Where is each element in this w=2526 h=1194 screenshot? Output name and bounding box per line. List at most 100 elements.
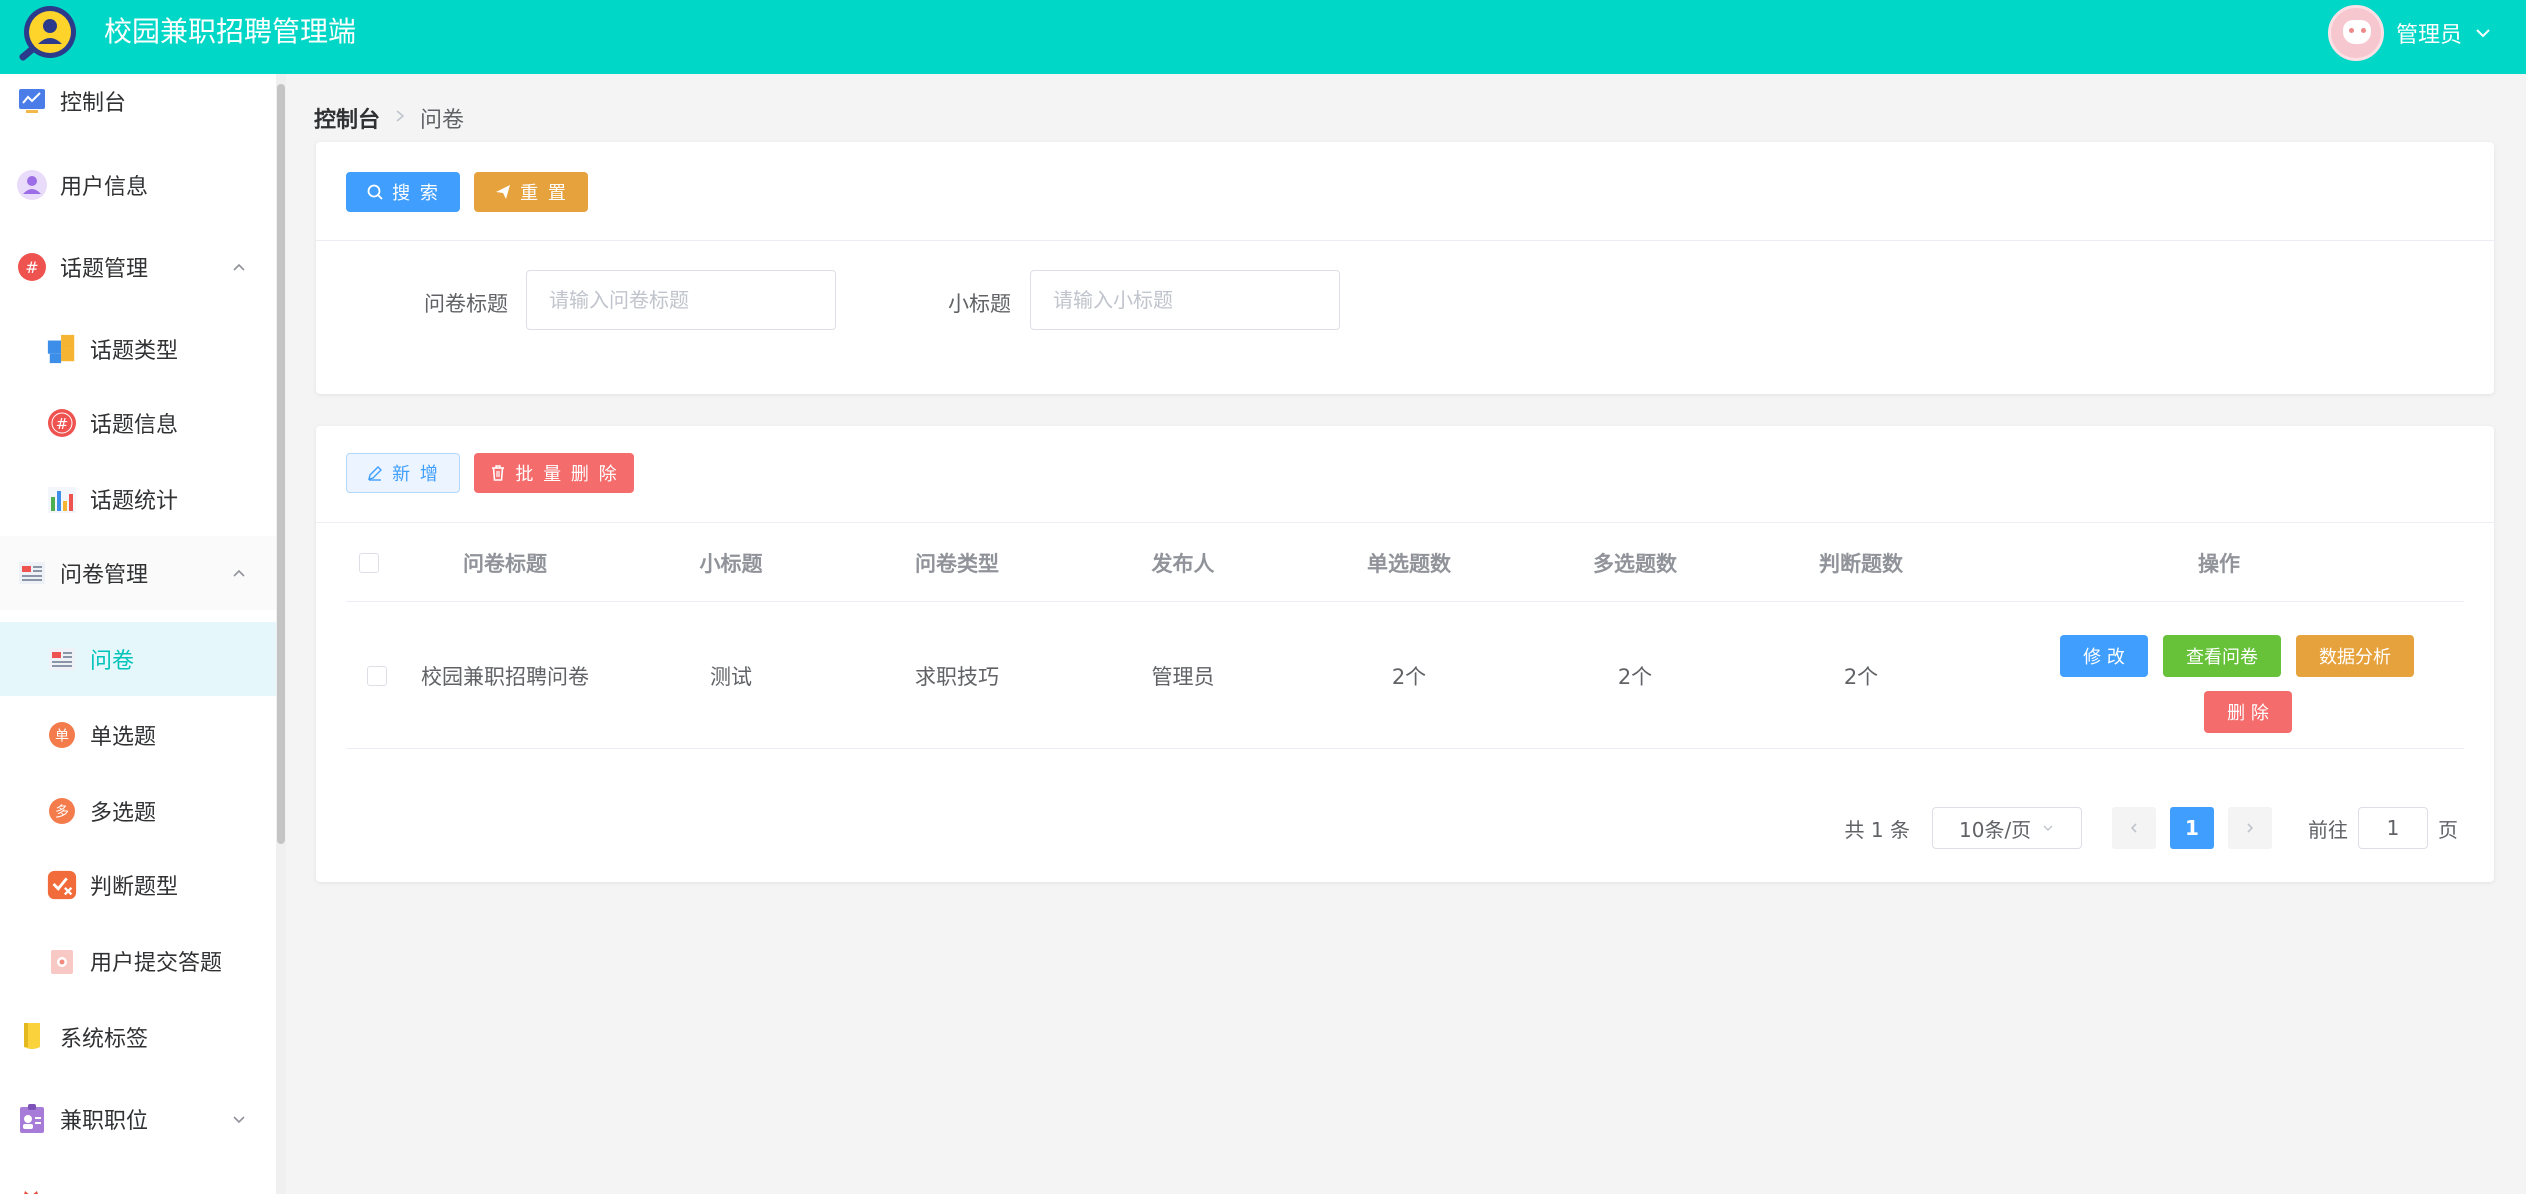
pagination-total: 共 1 条 [1844, 817, 1910, 842]
column-header: 判断题数 [1819, 551, 1903, 576]
sidebar-item-label: 话题类型 [90, 339, 179, 364]
breadcrumb-home[interactable]: 控制台 [314, 102, 380, 134]
crown-icon [22, 1184, 40, 1194]
edit-button[interactable]: 修 改 [2060, 635, 2148, 677]
dashboard-icon [16, 85, 48, 117]
sidebar-item-label: 话题信息 [90, 413, 179, 438]
svg-text:#: # [25, 258, 38, 277]
sidebar-item-topic-info[interactable]: # 话题信息 [0, 386, 276, 460]
divider [316, 522, 2494, 523]
send-icon [496, 185, 511, 199]
survey-icon [46, 643, 78, 675]
search-card: 搜 索 重 置 问卷标题 小标题 [316, 142, 2494, 394]
cell-subtitle: 测试 [710, 664, 752, 689]
sidebar-item-label: 多选题 [90, 801, 157, 826]
sidebar-scrollbar-thumb[interactable] [277, 84, 285, 844]
table-header: 问卷标题 小标题 问卷类型 发布人 单选题数 多选题数 判断题数 操作 [346, 524, 2464, 602]
reset-button[interactable]: 重 置 [474, 172, 588, 212]
column-header: 多选题数 [1593, 551, 1677, 576]
divider [316, 240, 2494, 241]
blocks-icon [46, 333, 78, 365]
sidebar-item-topic-types[interactable]: 话题类型 [0, 312, 276, 386]
add-button-label: 新 增 [392, 464, 440, 485]
reset-button-label: 重 置 [520, 183, 568, 204]
submission-icon [46, 945, 78, 977]
search-button-label: 搜 索 [392, 183, 440, 204]
goto-label: 前往 [2308, 817, 2348, 842]
sidebar-item-judge-type[interactable]: 判断题型 [0, 848, 276, 922]
cell-title: 校园兼职招聘问卷 [421, 664, 589, 689]
page-suffix: 页 [2438, 817, 2458, 842]
sidebar-item-dashboard[interactable]: 控制台 [0, 74, 276, 128]
hash-icon: # [46, 407, 78, 439]
row-checkbox[interactable] [367, 665, 387, 686]
sidebar-item-user-submissions[interactable]: 用户提交答题 [0, 924, 276, 998]
survey-icon [16, 557, 48, 589]
sidebar-item-survey[interactable]: 问卷 [0, 622, 276, 696]
page-number-button[interactable]: 1 [2170, 807, 2214, 849]
column-header: 问卷标题 [463, 551, 547, 576]
pagination: 共 1 条 10条/页 1 前往 页 [1845, 806, 2458, 850]
sidebar-item-system-tags[interactable]: 系统标签 [0, 1000, 276, 1074]
search-button[interactable]: 搜 索 [346, 172, 460, 212]
add-button[interactable]: 新 增 [346, 453, 460, 493]
sidebar-item-label: 话题管理 [60, 257, 149, 282]
sidebar-item-multi-choice[interactable]: 多 多选题 [0, 774, 276, 848]
user-menu[interactable]: 管理员 [2327, 4, 2494, 62]
batch-delete-button-label: 批 量 删 除 [515, 464, 619, 485]
select-all-checkbox[interactable] [359, 552, 379, 573]
sidebar-item-label: 兼职职位 [60, 1109, 149, 1134]
sidebar-item-label: 问卷 [90, 649, 135, 674]
column-header: 问卷类型 [915, 551, 999, 576]
cell-single-count: 2个 [1391, 664, 1427, 689]
chevron-left-icon [2130, 823, 2137, 833]
batch-delete-button[interactable]: 批 量 删 除 [474, 453, 634, 493]
sidebar-item-label: 控制台 [60, 91, 127, 116]
sidebar-item-single-choice[interactable]: 单 单选题 [0, 698, 276, 772]
topic-icon: # [16, 251, 48, 283]
sidebar-item-topic-management[interactable]: # 话题管理 [0, 230, 276, 304]
goto-page-input[interactable] [2358, 807, 2428, 849]
judge-icon [46, 869, 78, 901]
sidebar: 控制台 用户信息 # 话题管理 话题类型 # 话题信息 话题统计 问卷管理 问卷… [0, 74, 276, 1194]
sidebar-item-label: 判断题型 [90, 875, 179, 900]
sidebar-item-label: 单选题 [90, 725, 157, 750]
page-size-value: 10条/页 [1959, 817, 2032, 842]
column-header: 小标题 [699, 551, 763, 576]
chevron-up-icon [233, 569, 245, 577]
sidebar-item-topic-stats[interactable]: 话题统计 [0, 462, 276, 536]
cell-publisher: 管理员 [1151, 664, 1215, 689]
single-choice-icon: 单 [46, 719, 78, 751]
survey-title-input[interactable] [526, 270, 836, 330]
sidebar-item-label: 系统标签 [60, 1027, 149, 1052]
sidebar-item-label: 用户提交答题 [90, 951, 223, 976]
column-header: 单选题数 [1367, 551, 1451, 576]
sidebar-item-user-info[interactable]: 用户信息 [0, 148, 276, 222]
user-name: 管理员 [2395, 23, 2462, 48]
next-page-button[interactable] [2228, 807, 2272, 849]
page-size-select[interactable]: 10条/页 [1932, 807, 2082, 849]
app-logo-icon [14, 2, 84, 68]
tag-icon [16, 1021, 48, 1053]
sidebar-item-part-time-jobs[interactable]: 兼职职位 [0, 1082, 276, 1156]
app-title: 校园兼职招聘管理端 [104, 15, 357, 48]
delete-button[interactable]: 删 除 [2204, 691, 2292, 733]
svg-text:#: # [56, 415, 69, 433]
chevron-up-icon [233, 263, 245, 271]
subtitle-input[interactable] [1030, 270, 1340, 330]
prev-page-button[interactable] [2112, 807, 2156, 849]
view-survey-button[interactable]: 查看问卷 [2163, 635, 2281, 677]
sidebar-item-label: 用户信息 [60, 175, 149, 200]
cell-judge-count: 2个 [1843, 664, 1879, 689]
chevron-down-icon [2476, 29, 2490, 38]
sidebar-item-survey-management[interactable]: 问卷管理 [0, 536, 276, 610]
sidebar-item-label: 问卷管理 [60, 563, 149, 588]
data-analysis-button[interactable]: 数据分析 [2296, 635, 2414, 677]
breadcrumb-current: 问卷 [420, 108, 465, 133]
multi-choice-icon: 多 [46, 795, 78, 827]
svg-text:单: 单 [55, 729, 69, 745]
trash-icon [492, 465, 505, 481]
svg-text:多: 多 [55, 804, 69, 821]
user-icon [16, 169, 48, 201]
table-card: 新 增 批 量 删 除 问卷标题 小标题 问卷类型 发布人 单选题数 多选题数 … [316, 426, 2494, 882]
